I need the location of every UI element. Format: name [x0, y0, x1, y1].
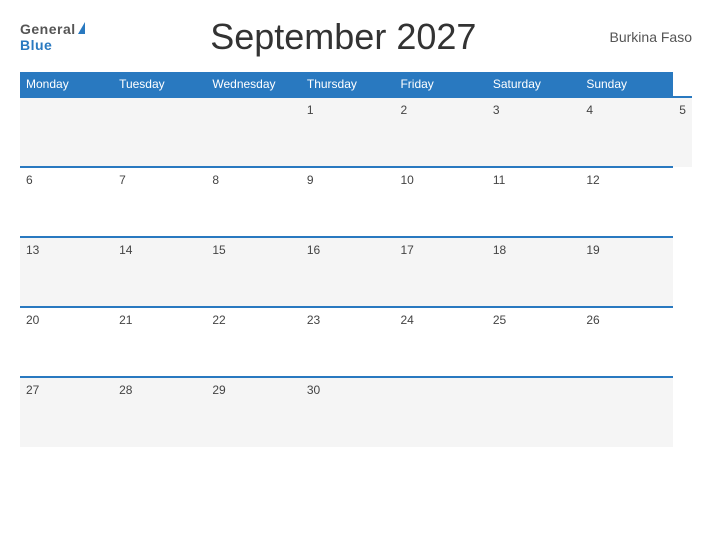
calendar-day-cell	[20, 97, 113, 167]
weekday-sunday: Sunday	[580, 72, 673, 97]
calendar-day-cell: 15	[206, 237, 301, 307]
calendar-week-row: 13 14 15 16 17 18 19	[20, 237, 692, 307]
day-number: 15	[212, 243, 225, 257]
calendar-day-cell: 12	[580, 167, 673, 237]
day-number: 21	[119, 313, 132, 327]
logo-triangle-icon	[78, 22, 85, 34]
day-number: 3	[493, 103, 500, 117]
day-number: 1	[307, 103, 314, 117]
calendar-day-cell: 3	[487, 97, 580, 167]
day-number: 20	[26, 313, 39, 327]
calendar-day-cell: 10	[394, 167, 486, 237]
day-number: 28	[119, 383, 132, 397]
weekday-tuesday: Tuesday	[113, 72, 206, 97]
calendar-container: General Blue September 2027 Burkina Faso…	[0, 0, 712, 550]
day-number: 8	[212, 173, 219, 187]
calendar-day-cell	[394, 377, 486, 447]
weekday-friday: Friday	[394, 72, 486, 97]
day-number: 13	[26, 243, 39, 257]
calendar-day-cell: 17	[394, 237, 486, 307]
calendar-day-cell: 4	[580, 97, 673, 167]
month-title: September 2027	[85, 16, 602, 58]
calendar-day-cell: 30	[301, 377, 395, 447]
calendar-day-cell	[113, 97, 206, 167]
calendar-day-cell: 8	[206, 167, 301, 237]
day-number: 11	[493, 173, 505, 187]
day-number: 24	[400, 313, 413, 327]
calendar-day-cell: 28	[113, 377, 206, 447]
weekday-thursday: Thursday	[301, 72, 395, 97]
calendar-day-cell: 1	[301, 97, 395, 167]
weekday-wednesday: Wednesday	[206, 72, 301, 97]
calendar-week-row: 20 21 22 23 24 25 26	[20, 307, 692, 377]
day-number: 27	[26, 383, 39, 397]
calendar-day-cell: 14	[113, 237, 206, 307]
day-number: 17	[400, 243, 413, 257]
calendar-day-cell: 16	[301, 237, 395, 307]
logo: General Blue	[20, 21, 85, 53]
calendar-day-cell: 24	[394, 307, 486, 377]
calendar-day-cell	[580, 377, 673, 447]
calendar-day-cell: 26	[580, 307, 673, 377]
day-number: 19	[586, 243, 599, 257]
logo-general-text: General	[20, 21, 76, 37]
day-number: 30	[307, 383, 320, 397]
calendar-week-row: 27 28 29 30	[20, 377, 692, 447]
calendar-day-cell: 29	[206, 377, 301, 447]
weekday-monday: Monday	[20, 72, 113, 97]
calendar-week-row: 6 7 8 9 10 11 12	[20, 167, 692, 237]
calendar-day-cell: 27	[20, 377, 113, 447]
day-number: 4	[586, 103, 593, 117]
day-number: 18	[493, 243, 506, 257]
day-number: 5	[679, 103, 686, 117]
country-label: Burkina Faso	[602, 29, 692, 45]
day-number: 2	[400, 103, 407, 117]
calendar-day-cell: 11	[487, 167, 580, 237]
day-number: 7	[119, 173, 126, 187]
calendar-day-cell: 25	[487, 307, 580, 377]
day-number: 23	[307, 313, 320, 327]
day-number: 25	[493, 313, 506, 327]
weekday-header-row: Monday Tuesday Wednesday Thursday Friday…	[20, 72, 692, 97]
calendar-day-cell: 5	[673, 97, 692, 167]
calendar-day-cell	[487, 377, 580, 447]
day-number: 29	[212, 383, 225, 397]
calendar-day-cell: 23	[301, 307, 395, 377]
calendar-day-cell: 2	[394, 97, 486, 167]
calendar-day-cell: 22	[206, 307, 301, 377]
day-number: 16	[307, 243, 320, 257]
day-number: 22	[212, 313, 225, 327]
day-number: 9	[307, 173, 314, 187]
calendar-day-cell: 6	[20, 167, 113, 237]
calendar-day-cell: 19	[580, 237, 673, 307]
day-number: 14	[119, 243, 132, 257]
calendar-day-cell: 20	[20, 307, 113, 377]
calendar-day-cell: 7	[113, 167, 206, 237]
calendar-grid: Monday Tuesday Wednesday Thursday Friday…	[20, 72, 692, 447]
calendar-week-row: 1 2 3 4 5	[20, 97, 692, 167]
calendar-day-cell: 9	[301, 167, 395, 237]
day-number: 12	[586, 173, 599, 187]
calendar-day-cell: 13	[20, 237, 113, 307]
calendar-day-cell: 18	[487, 237, 580, 307]
logo-blue-text: Blue	[20, 37, 52, 53]
calendar-day-cell	[206, 97, 301, 167]
day-number: 6	[26, 173, 33, 187]
day-number: 26	[586, 313, 599, 327]
weekday-saturday: Saturday	[487, 72, 580, 97]
calendar-day-cell: 21	[113, 307, 206, 377]
day-number: 10	[400, 173, 413, 187]
calendar-header: General Blue September 2027 Burkina Faso	[20, 16, 692, 58]
